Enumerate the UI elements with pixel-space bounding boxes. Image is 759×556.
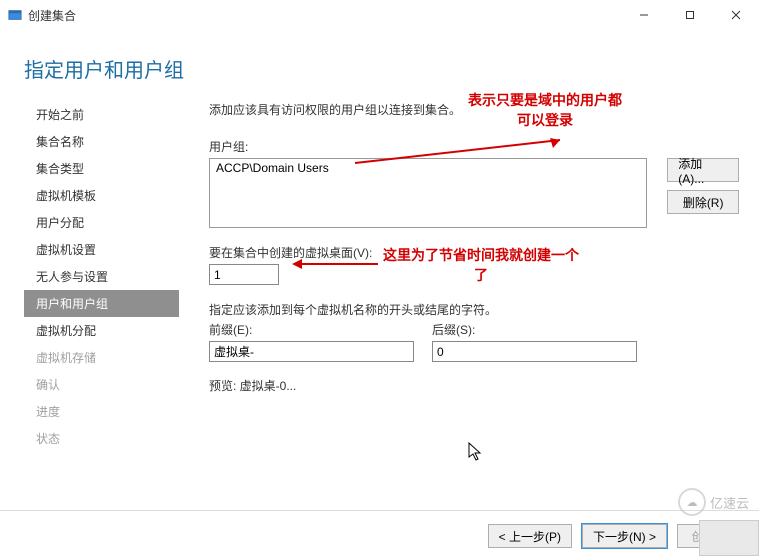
preview-value: 虚拟桌-0... xyxy=(240,379,297,393)
sidebar-item-start[interactable]: 开始之前 xyxy=(24,101,179,128)
sidebar-item-user-assign[interactable]: 用户分配 xyxy=(24,209,179,236)
user-groups-label: 用户组: xyxy=(209,138,739,155)
titlebar: 创建集合 xyxy=(0,0,759,30)
footer-divider xyxy=(0,510,759,511)
suffix-input[interactable] xyxy=(432,341,637,362)
sidebar-item-status: 状态 xyxy=(24,425,179,452)
sidebar-item-unattended[interactable]: 无人参与设置 xyxy=(24,263,179,290)
sidebar-item-vm-assign[interactable]: 虚拟机分配 xyxy=(24,317,179,344)
cropped-edge xyxy=(699,520,759,556)
watermark: ☁ 亿速云 xyxy=(678,488,749,516)
sidebar-item-vm-storage: 虚拟机存储 xyxy=(24,344,179,371)
next-button[interactable]: 下一步(N) > xyxy=(582,524,667,548)
app-icon xyxy=(8,8,22,22)
main-panel: 添加应该具有访问权限的用户组以连接到集合。 用户组: ACCP\Domain U… xyxy=(179,93,759,513)
remove-button[interactable]: 删除(R) xyxy=(667,190,739,214)
prefix-input[interactable] xyxy=(209,341,414,362)
desktop-count-label: 要在集合中创建的虚拟桌面(V): xyxy=(209,244,739,261)
sidebar-item-collection-name[interactable]: 集合名称 xyxy=(24,128,179,155)
naming-desc: 指定应该添加到每个虚拟机名称的开头或结尾的字符。 xyxy=(209,301,739,318)
sidebar-item-progress: 进度 xyxy=(24,398,179,425)
sidebar-item-vm-template[interactable]: 虚拟机模板 xyxy=(24,182,179,209)
close-button[interactable] xyxy=(713,0,759,30)
watermark-text: 亿速云 xyxy=(710,493,749,512)
sidebar-item-users-groups[interactable]: 用户和用户组 xyxy=(24,290,179,317)
add-button[interactable]: 添加(A)... xyxy=(667,158,739,182)
page-heading: 指定用户和用户组 xyxy=(0,30,759,93)
preview-line: 预览: 虚拟桌-0... xyxy=(209,377,739,394)
sidebar-item-collection-type[interactable]: 集合类型 xyxy=(24,155,179,182)
maximize-button[interactable] xyxy=(667,0,713,30)
wizard-sidebar: 开始之前 集合名称 集合类型 虚拟机模板 用户分配 虚拟机设置 无人参与设置 用… xyxy=(0,93,179,513)
window-controls xyxy=(621,0,759,30)
user-group-entry[interactable]: ACCP\Domain Users xyxy=(216,161,640,175)
description-text: 添加应该具有访问权限的用户组以连接到集合。 xyxy=(209,101,739,118)
prefix-label: 前缀(E): xyxy=(209,321,414,338)
sidebar-item-vm-settings[interactable]: 虚拟机设置 xyxy=(24,236,179,263)
desktop-count-input[interactable] xyxy=(209,264,279,285)
sidebar-item-confirm: 确认 xyxy=(24,371,179,398)
minimize-button[interactable] xyxy=(621,0,667,30)
preview-label: 预览: xyxy=(209,379,240,393)
watermark-icon: ☁ xyxy=(678,488,706,516)
previous-button[interactable]: < 上一步(P) xyxy=(488,524,572,548)
suffix-label: 后缀(S): xyxy=(432,321,637,338)
window-title: 创建集合 xyxy=(28,7,621,24)
user-groups-listbox[interactable]: ACCP\Domain Users xyxy=(209,158,647,228)
